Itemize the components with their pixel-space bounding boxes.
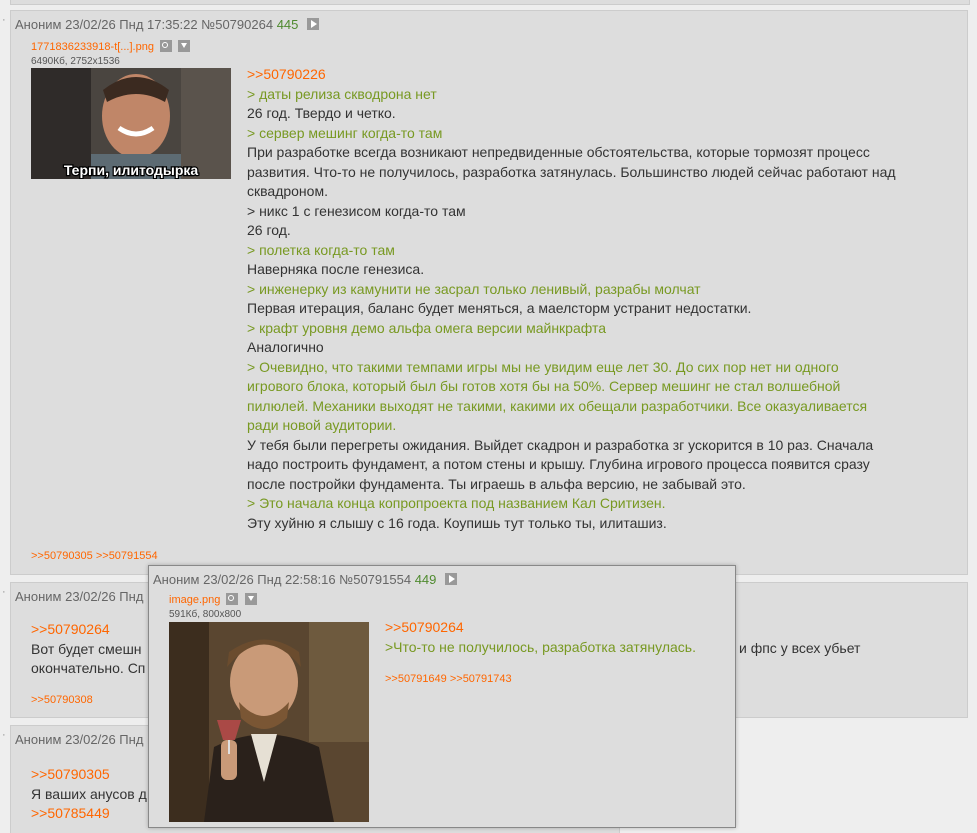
- post-date: 23/02/26 Пнд 17:35:22: [65, 17, 198, 32]
- message-line-tail: и фпс у всех убьет: [739, 640, 861, 656]
- message-line: Наверняка после генезиса.: [247, 261, 425, 277]
- quote-line: > крафт уровня демо альфа омега версии м…: [247, 319, 606, 336]
- download-icon[interactable]: [244, 593, 257, 605]
- message-line: 26 год.: [247, 222, 291, 238]
- post-header: Аноним 23/02/26 Пнд 17:35:22 №50790264 4…: [15, 17, 320, 32]
- post-marker: ·: [2, 14, 6, 26]
- reply-link[interactable]: >>50790226: [247, 65, 896, 85]
- quote-line: > Это начала конца копропроекта под назв…: [247, 495, 666, 511]
- post-marker: ·: [2, 729, 6, 741]
- quote-line: > даты релиза скводрона нет: [247, 85, 437, 102]
- post-date: 23/02/26 Пнд: [65, 732, 144, 747]
- post-date: 23/02/26 Пнд: [65, 589, 144, 604]
- quote-line: > Очевидно, что такими темпами игры мы н…: [247, 358, 868, 434]
- reply-link[interactable]: >>50790264: [385, 618, 696, 638]
- previous-post-edge: [10, 0, 970, 5]
- post-image-thumbnail[interactable]: Терпи, илитодырка: [31, 68, 231, 179]
- message-line: При разработке всегда возникают непредви…: [247, 144, 896, 199]
- file-meta: 6490Кб, 2752x1536: [31, 56, 120, 67]
- post-message: >>50790226 > даты релиза скводрона нет 26 …: [247, 65, 896, 533]
- message-line: Первая итерация, баланс будет меняться, …: [247, 300, 752, 316]
- post-number[interactable]: №50791554: [339, 572, 411, 587]
- quote-line: > сервер мешинг когда-то там: [247, 124, 443, 141]
- search-icon[interactable]: [226, 593, 239, 605]
- post-header: Аноним 23/02/26 Пнд: [15, 589, 143, 604]
- post-image-thumbnail[interactable]: [169, 622, 369, 822]
- post-header: Аноним 23/02/26 Пнд 22:58:16 №50791554 4…: [153, 572, 458, 587]
- post-count: 445: [276, 17, 299, 32]
- post-replies[interactable]: >>50790308: [31, 694, 93, 706]
- file-name-link[interactable]: image.png: [169, 594, 220, 606]
- quote-line: > инженерку из камунити не засрал только…: [247, 280, 701, 297]
- play-icon[interactable]: [307, 18, 320, 30]
- message-line: У тебя были перегреты ожидания. Выйдет с…: [247, 436, 874, 492]
- post-message: >>50790264 Вот будет смешн окончательно.…: [31, 620, 145, 679]
- file-info: image.png: [169, 593, 257, 606]
- message-line: окончательно. Сп: [31, 660, 146, 676]
- image-caption: Терпи, илитодырка: [64, 162, 199, 178]
- post-preview-popup: Аноним 23/02/26 Пнд 22:58:16 №50791554 4…: [148, 565, 736, 828]
- post-message: >>50790305 Я ваших анусов д >>50785449: [31, 765, 147, 824]
- quote-line: >Что-то не получилось, разработка затяну…: [385, 638, 696, 655]
- message-line: Я ваших анусов д: [31, 785, 147, 802]
- poster-name: Аноним: [15, 732, 62, 747]
- post-number[interactable]: №50790264: [201, 17, 273, 32]
- reply-link[interactable]: >>50785449: [31, 804, 147, 824]
- post-replies[interactable]: >>50791649 >>50791743: [385, 673, 512, 685]
- file-meta: 591Кб, 800x800: [169, 609, 242, 620]
- message-line: Аналогично: [247, 339, 324, 355]
- file-name-link[interactable]: 1771836233918-t[...].png: [31, 41, 154, 53]
- post-header: Аноним 23/02/26 Пнд: [15, 732, 143, 747]
- message-line: Вот будет смешн: [31, 640, 142, 657]
- file-info: 1771836233918-t[...].png: [31, 40, 191, 53]
- play-icon[interactable]: [445, 573, 458, 585]
- meme-image: Терпи, илитодырка: [31, 68, 231, 179]
- post-marker: ·: [2, 586, 6, 598]
- quote-line: > полетка когда-то там: [247, 241, 395, 258]
- post-replies[interactable]: >>50790305 >>50791554: [31, 550, 158, 562]
- poster-name: Аноним: [15, 589, 62, 604]
- download-icon[interactable]: [178, 40, 191, 52]
- search-icon[interactable]: [160, 40, 173, 52]
- poster-name: Аноним: [15, 17, 62, 32]
- message-line: Эту хуйню я слышу с 16 года. Коупишь тут…: [247, 514, 667, 531]
- reply-link[interactable]: >>50790264: [31, 620, 145, 640]
- post-count: 449: [414, 572, 437, 587]
- poster-name: Аноним: [153, 572, 200, 587]
- message-line: > никс 1 с генезисом когда-то там: [247, 202, 466, 219]
- reply-link[interactable]: >>50790305: [31, 765, 147, 785]
- post-50790264: Аноним 23/02/26 Пнд 17:35:22 №50790264 4…: [10, 10, 968, 575]
- post-message: >>50790264 >Что-то не получилось, разраб…: [385, 618, 696, 657]
- post-date: 23/02/26 Пнд 22:58:16: [203, 572, 336, 587]
- meme-image: [169, 622, 369, 822]
- message-line: 26 год. Твердо и четко.: [247, 105, 396, 121]
